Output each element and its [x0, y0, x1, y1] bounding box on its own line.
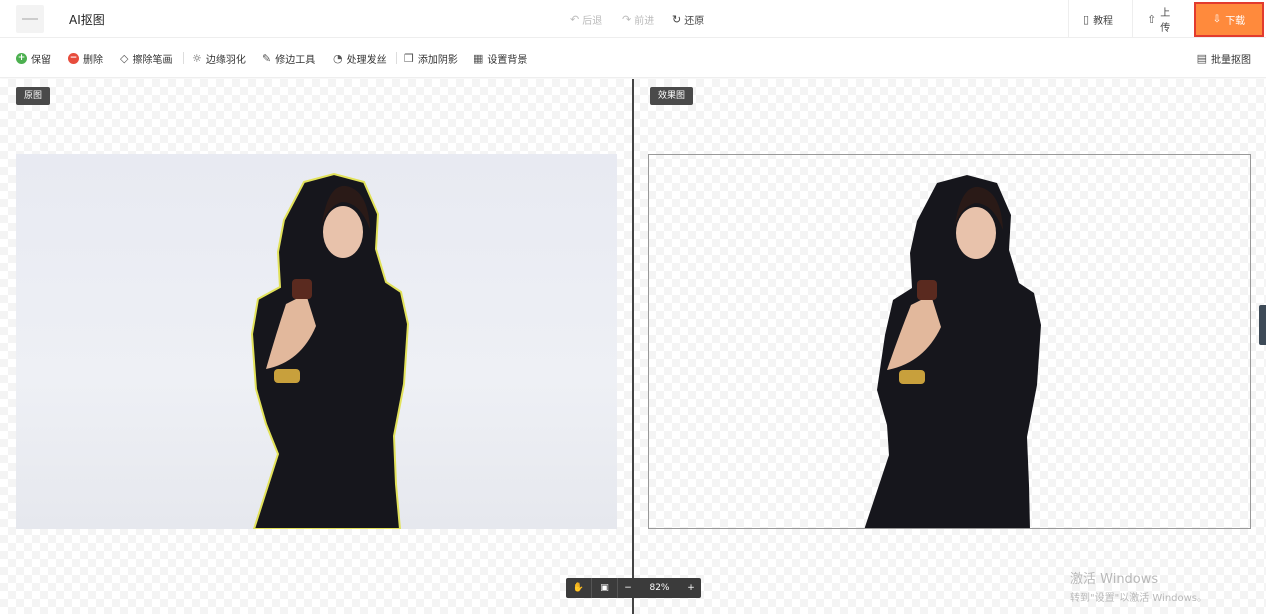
zoom-out-button[interactable]: −	[618, 578, 638, 598]
checker-icon: ▦	[473, 52, 484, 65]
download-label: 下载	[1225, 16, 1246, 27]
feather-label: 边缘羽化	[205, 55, 246, 66]
upload-button[interactable]: ⇧ 上传	[1132, 0, 1194, 38]
top-bar: AI抠图 ↶ 后退 ↷ 前进 ↻ 还原 ▯ 教程 ⇧ 上传 ⇩ 下载	[0, 0, 1266, 38]
app-title: AI抠图	[69, 13, 105, 27]
undo-button[interactable]: ↶ 后退	[570, 12, 602, 27]
download-button[interactable]: ⇩ 下载	[1194, 2, 1264, 37]
undo-icon: ↶	[570, 13, 580, 26]
fit-icon: ▣	[600, 583, 609, 593]
delete-tool[interactable]: − 删除	[68, 51, 103, 66]
batch-label: 批量抠图	[1211, 55, 1251, 66]
edge-tool[interactable]: ✎ 修边工具	[262, 51, 315, 66]
hand-icon: ✋	[572, 583, 585, 593]
upload-label: 上传	[1160, 8, 1171, 34]
zoom-in-button[interactable]: +	[681, 578, 701, 598]
tutorial-label: 教程	[1093, 15, 1114, 27]
toolbar-divider	[183, 52, 184, 64]
background-tool[interactable]: ▦ 设置背景	[473, 51, 527, 66]
restore-icon: ↻	[672, 13, 682, 26]
app-logo[interactable]	[16, 5, 44, 33]
pen-icon: ✎	[262, 52, 272, 65]
delete-label: 删除	[83, 55, 103, 66]
edit-toolbar: + 保留 − 删除 ◇ 擦除笔画 ☼ 边缘羽化 ✎ 修边工具 ◔ 处理发丝 ❒ …	[0, 38, 1266, 78]
edge-label: 修边工具	[275, 55, 316, 66]
restore-button[interactable]: ↻ 还原	[672, 12, 704, 27]
hair-icon: ◔	[333, 52, 343, 65]
compare-divider[interactable]	[632, 79, 634, 614]
windows-watermark: 激活 Windows 转到"设置"以激活 Windows。	[1070, 568, 1207, 604]
book-icon: ▯	[1083, 12, 1090, 26]
keep-label: 保留	[31, 55, 51, 66]
person-figure	[250, 172, 410, 529]
feather-icon: ☼	[192, 52, 202, 65]
download-icon: ⇩	[1212, 14, 1222, 25]
keep-tool[interactable]: + 保留	[16, 51, 51, 66]
redo-label: 前进	[634, 16, 655, 27]
minus-icon: −	[68, 53, 79, 64]
hand-tool-button[interactable]: ✋	[566, 578, 592, 598]
upload-icon: ⇧	[1147, 12, 1157, 26]
original-image[interactable]	[16, 154, 617, 529]
fit-screen-button[interactable]: ▣	[592, 578, 618, 598]
shadow-tool[interactable]: ❒ 添加阴影	[404, 51, 458, 66]
result-tag: 效果图	[650, 87, 694, 105]
zoom-level: 82%	[649, 583, 670, 593]
watermark-line2: 转到"设置"以激活 Windows。	[1070, 593, 1208, 604]
hair-tool[interactable]: ◔ 处理发丝	[333, 51, 387, 66]
background-label: 设置背景	[487, 55, 528, 66]
original-tag: 原图	[16, 87, 51, 105]
erase-label: 擦除笔画	[132, 55, 173, 66]
shadow-icon: ❒	[404, 52, 414, 65]
result-image[interactable]	[648, 154, 1251, 529]
plus-icon: +	[16, 53, 27, 64]
zoom-controls: ✋ ▣ − 82% +	[566, 578, 701, 598]
side-feedback-tab[interactable]	[1259, 305, 1266, 345]
shadow-label: 添加阴影	[417, 55, 458, 66]
watermark-line1: 激活 Windows	[1070, 572, 1159, 587]
eraser-icon: ◇	[120, 52, 129, 65]
restore-label: 还原	[684, 16, 705, 27]
feather-tool[interactable]: ☼ 边缘羽化	[192, 51, 246, 66]
redo-button[interactable]: ↷ 前进	[622, 12, 654, 27]
tutorial-button[interactable]: ▯ 教程	[1068, 0, 1130, 38]
canvas-workspace[interactable]: 原图 效果图 激活 Windows 转到"设置"以激活 Windows。 ✋ ▣…	[0, 79, 1266, 614]
hair-label: 处理发丝	[346, 55, 387, 66]
redo-icon: ↷	[622, 13, 632, 26]
erase-tool[interactable]: ◇ 擦除笔画	[120, 51, 172, 66]
batch-icon: ▤	[1196, 52, 1207, 65]
person-cutout	[864, 175, 1041, 528]
toolbar-divider	[396, 52, 397, 64]
undo-label: 后退	[582, 16, 603, 27]
batch-button[interactable]: ▤ 批量抠图	[1197, 51, 1251, 66]
